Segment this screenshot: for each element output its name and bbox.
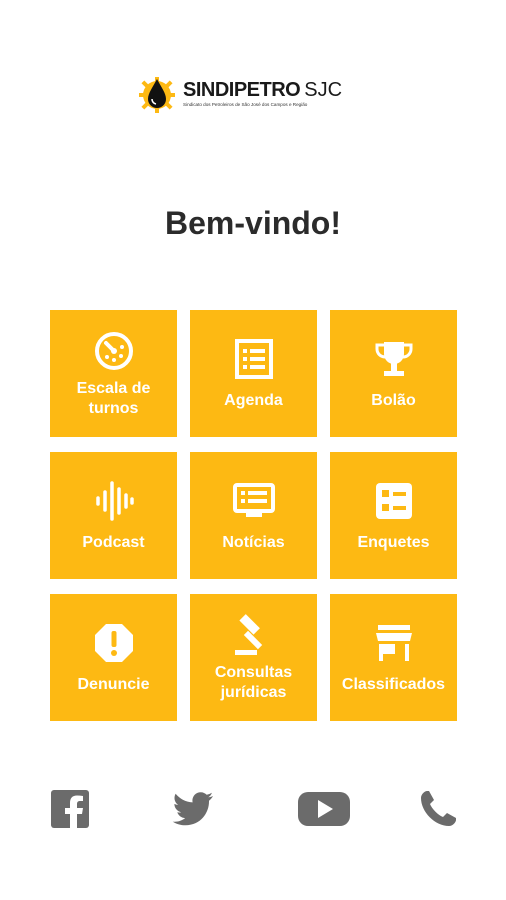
drop-gear-logo-icon (139, 77, 175, 113)
audio-wave-icon (95, 480, 134, 521)
tile-classificados[interactable]: Classificados (330, 594, 457, 721)
tile-label: Bolão (371, 391, 416, 409)
gavel-icon (234, 613, 262, 655)
phone-icon[interactable] (416, 787, 460, 831)
list-icon (234, 338, 273, 379)
store-icon (375, 624, 412, 661)
tile-label: Classificados (341, 675, 446, 693)
social-bar (0, 787, 506, 837)
news-monitor-icon (232, 482, 275, 517)
tile-agenda[interactable]: Agenda (190, 310, 317, 437)
trophy-icon (375, 341, 412, 376)
tile-label: Podcast (82, 533, 145, 551)
poll-icon (375, 482, 412, 519)
menu-grid: Escala de turnos Agenda Bolão Podcast No… (50, 310, 457, 721)
tile-label: Enquetes (357, 533, 430, 551)
tile-escala-de-turnos[interactable]: Escala de turnos (50, 310, 177, 437)
brand-tagline: Sindicato dos Petroleiros de São José do… (183, 102, 308, 107)
brand-suffix: SJC (304, 79, 343, 101)
tile-consultas-juridicas[interactable]: Consultas jurídicas (190, 594, 317, 721)
app-logo: SINDIPETRO SJC Sindicato dos Petroleiros… (137, 68, 377, 118)
facebook-icon[interactable] (48, 787, 92, 831)
twitter-icon[interactable] (171, 787, 215, 831)
brand-name: SINDIPETRO (183, 79, 301, 101)
tile-denuncie[interactable]: Denuncie (50, 594, 177, 721)
tile-label: Consultas jurídicas (214, 663, 293, 701)
tile-bolao[interactable]: Bolão (330, 310, 457, 437)
tile-enquetes[interactable]: Enquetes (330, 452, 457, 579)
tile-label: Denuncie (77, 675, 150, 693)
youtube-icon[interactable] (297, 787, 351, 831)
tile-label: Notícias (222, 533, 285, 551)
clock-icon (94, 331, 133, 370)
tile-label: Agenda (224, 391, 283, 409)
tile-noticias[interactable]: Notícias (190, 452, 317, 579)
alert-icon (94, 623, 133, 662)
tile-label: Escala de turnos (76, 379, 151, 417)
welcome-title: Bem-vindo! (165, 205, 341, 241)
tile-podcast[interactable]: Podcast (50, 452, 177, 579)
